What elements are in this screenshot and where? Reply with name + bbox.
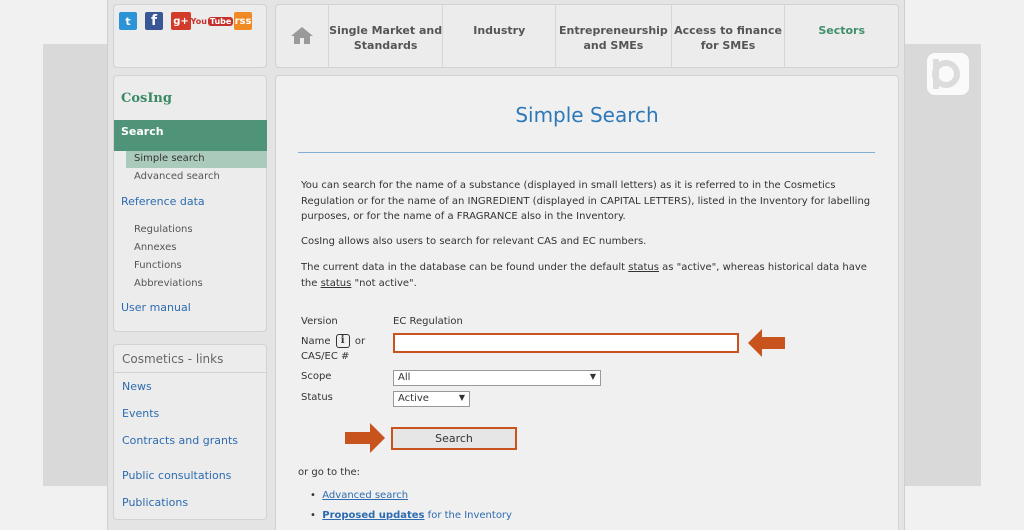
status-link-1[interactable]: status <box>628 262 659 273</box>
goto-advanced-link[interactable]: • Advanced search <box>310 490 408 501</box>
arrow-right-icon <box>345 423 385 453</box>
links-divider <box>114 372 267 373</box>
sidebar-item-reference-data[interactable]: Reference data <box>121 195 205 208</box>
goto-proposed-tail: for the Inventory <box>424 510 512 521</box>
bullet: • <box>310 490 316 501</box>
home-icon <box>290 27 313 44</box>
sidebar-item-search[interactable]: Search <box>114 120 267 151</box>
sidebar-item-regulations[interactable]: Regulations <box>126 222 267 239</box>
nav-sectors[interactable]: Sectors <box>785 5 898 67</box>
name-label-or: or <box>354 336 366 347</box>
facebook-icon[interactable]: f <box>145 12 163 30</box>
name-label-text: Name <box>301 336 331 347</box>
links-title: Cosmetics - links <box>122 352 224 366</box>
nav-industry[interactable]: Industry <box>443 5 557 67</box>
nav-home[interactable] <box>276 5 329 67</box>
chevron-down-icon: ▼ <box>589 372 596 381</box>
arrow-left-icon <box>748 329 785 357</box>
name-input[interactable] <box>393 333 739 353</box>
sidebar-title[interactable]: CosIng <box>121 91 172 106</box>
nav-entrepreneurship[interactable]: Entrepreneurship and SMEs <box>556 5 672 67</box>
goto-advanced-text[interactable]: Advanced search <box>322 490 408 501</box>
title-divider <box>298 152 875 153</box>
googleplus-icon[interactable]: g+ <box>171 12 191 30</box>
twitter-icon[interactable]: t <box>119 12 137 30</box>
social-bar: t f g+ You Tube rss <box>113 4 267 68</box>
link-contracts-grants[interactable]: Contracts and grants <box>122 434 238 447</box>
sidebar-item-simple-search[interactable]: Simple search <box>126 151 267 168</box>
logo-icon <box>932 59 960 89</box>
cas-paragraph: CosIng allows also users to search for r… <box>301 236 647 247</box>
status-link-2[interactable]: status <box>321 278 352 289</box>
version-label: Version <box>301 316 338 327</box>
version-value: EC Regulation <box>393 316 463 327</box>
goto-proposed-text[interactable]: Proposed updates <box>322 510 424 521</box>
name-label: Name i or <box>301 334 365 348</box>
goto-proposed-link[interactable]: • Proposed updates for the Inventory <box>310 510 512 521</box>
link-publications[interactable]: Publications <box>122 496 188 509</box>
sidebar-item-advanced-search[interactable]: Advanced search <box>126 169 267 186</box>
page-title: Simple Search <box>515 103 659 127</box>
status-paragraph: The current data in the database can be … <box>301 260 876 291</box>
intro-paragraph: You can search for the name of a substan… <box>301 180 871 222</box>
cas-label: CAS/EC # <box>301 351 350 362</box>
link-public-consultations[interactable]: Public consultations <box>122 469 231 482</box>
status-label: Status <box>301 392 333 403</box>
sidebar-item-abbreviations[interactable]: Abbreviations <box>126 276 267 293</box>
link-events[interactable]: Events <box>122 407 159 420</box>
nav-single-market[interactable]: Single Market and Standards <box>329 5 444 67</box>
sidebar-item-user-manual[interactable]: User manual <box>121 301 191 314</box>
cosmetics-links-box: Cosmetics - links News Events Contracts … <box>113 344 267 520</box>
scope-label: Scope <box>301 371 332 382</box>
link-news[interactable]: News <box>122 380 152 393</box>
scope-select[interactable]: All ▼ <box>393 370 601 386</box>
status-select[interactable]: Active ▼ <box>393 391 470 407</box>
sidebar-item-functions[interactable]: Functions <box>126 258 267 275</box>
bullet: • <box>310 510 316 521</box>
chevron-down-icon: ▼ <box>458 393 465 402</box>
top-navigation: Single Market and Standards Industry Ent… <box>275 4 899 68</box>
scope-value: All <box>398 372 411 383</box>
status-text-a: The current data in the database can be … <box>301 262 629 273</box>
info-icon[interactable]: i <box>335 334 350 348</box>
sidebar-item-annexes[interactable]: Annexes <box>126 240 267 257</box>
goto-text: or go to the: <box>298 467 361 478</box>
nav-access-finance[interactable]: Access to finance for SMEs <box>672 5 786 67</box>
watermark-logo <box>927 53 969 95</box>
status-value: Active <box>398 393 429 404</box>
youtube-icon[interactable]: You Tube <box>191 12 234 30</box>
main-content: Simple Search You can search for the nam… <box>275 75 899 530</box>
search-button[interactable]: Search <box>391 427 517 450</box>
rss-icon[interactable]: rss <box>234 12 252 30</box>
status-text-c: "not active". <box>351 277 417 289</box>
sidebar: CosIng Search Simple search Advanced sea… <box>113 75 267 332</box>
